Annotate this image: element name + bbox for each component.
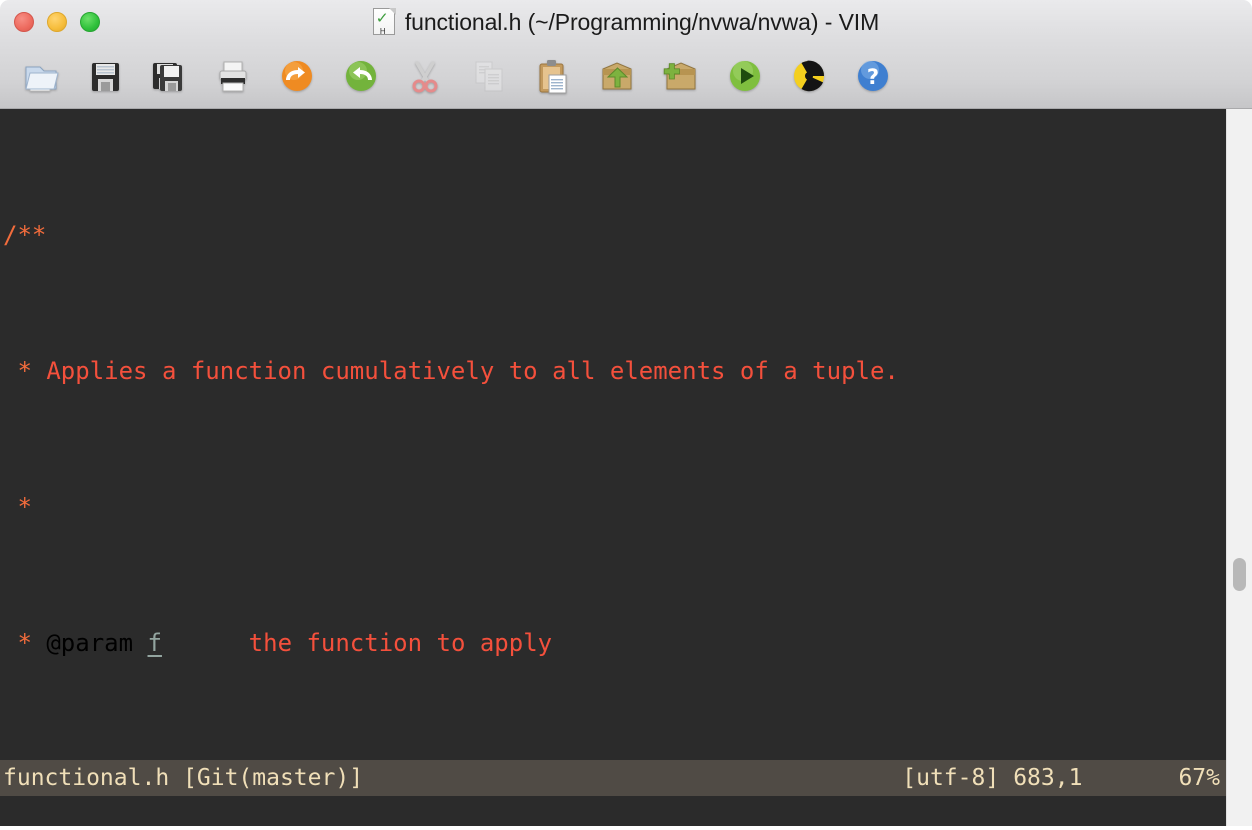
- close-window-button[interactable]: [14, 12, 34, 32]
- code-line: *: [3, 493, 32, 521]
- window-bottom-edge: [0, 826, 1252, 830]
- status-space: [169, 765, 183, 791]
- copy-pages-icon: [468, 55, 510, 97]
- code-line: * @param f the function to apply: [3, 629, 553, 657]
- radioactive-icon: [788, 55, 830, 97]
- window-title: functional.h (~/Programming/nvwa/nvwa) -…: [404, 8, 880, 35]
- folder-open-icon: [20, 55, 62, 97]
- undo-arrow-icon: [276, 55, 318, 97]
- floppy-save-icon: [84, 55, 126, 97]
- vertical-scrollbar[interactable]: [1226, 109, 1252, 830]
- scrollbar-thumb[interactable]: [1233, 558, 1246, 591]
- editor-bottom-filler: [0, 796, 1226, 830]
- status-encoding: [utf-8]: [902, 765, 1000, 791]
- open-file-button[interactable]: [14, 49, 68, 103]
- code-line: * Applies a function cumulatively to all…: [3, 357, 899, 385]
- source-code: /** * Applies a function cumulatively to…: [3, 116, 1085, 760]
- redo-button[interactable]: [334, 49, 388, 103]
- status-percent: 67%: [1178, 765, 1220, 791]
- save-file-button[interactable]: [78, 49, 132, 103]
- floppy-save-all-icon: [148, 55, 190, 97]
- svg-text:?: ?: [867, 65, 879, 89]
- code-line: /**: [3, 221, 47, 249]
- box-plus-icon: [660, 55, 702, 97]
- paste-button[interactable]: [526, 49, 580, 103]
- window-controls: [14, 12, 100, 32]
- cut-button[interactable]: [398, 49, 452, 103]
- copy-button[interactable]: [462, 49, 516, 103]
- h-header-file-icon: ✓ H: [372, 8, 396, 36]
- save-session-button[interactable]: [654, 49, 708, 103]
- editor-text-area[interactable]: /** * Applies a function cumulatively to…: [0, 109, 1226, 760]
- printer-icon: [212, 55, 254, 97]
- print-button[interactable]: [206, 49, 260, 103]
- title-bar: ✓ H functional.h (~/Programming/nvwa/nvw…: [0, 0, 1252, 44]
- status-git-branch: [Git(master)]: [183, 765, 364, 791]
- help-button[interactable]: ?: [846, 49, 900, 103]
- toolbar: ?: [0, 44, 1252, 109]
- status-line: functional.h [Git(master)] [utf-8] 683,1…: [0, 760, 1226, 796]
- run-script-button[interactable]: [718, 49, 772, 103]
- vim-window: ✓ H functional.h (~/Programming/nvwa/nvw…: [0, 0, 1252, 830]
- maximize-window-button[interactable]: [80, 12, 100, 32]
- green-play-icon: [724, 55, 766, 97]
- scissors-icon: [404, 55, 446, 97]
- load-session-button[interactable]: [590, 49, 644, 103]
- status-cursor-position: 683,1: [1013, 765, 1083, 791]
- redo-arrow-icon: [340, 55, 382, 97]
- box-up-arrow-icon: [596, 55, 638, 97]
- minimize-window-button[interactable]: [47, 12, 67, 32]
- make-project-button[interactable]: [782, 49, 836, 103]
- status-filename: functional.h: [3, 765, 170, 791]
- file-icon-letter: H: [379, 27, 386, 36]
- save-all-button[interactable]: [142, 49, 196, 103]
- clipboard-paste-icon: [532, 55, 574, 97]
- blue-question-icon: ?: [852, 55, 894, 97]
- undo-button[interactable]: [270, 49, 324, 103]
